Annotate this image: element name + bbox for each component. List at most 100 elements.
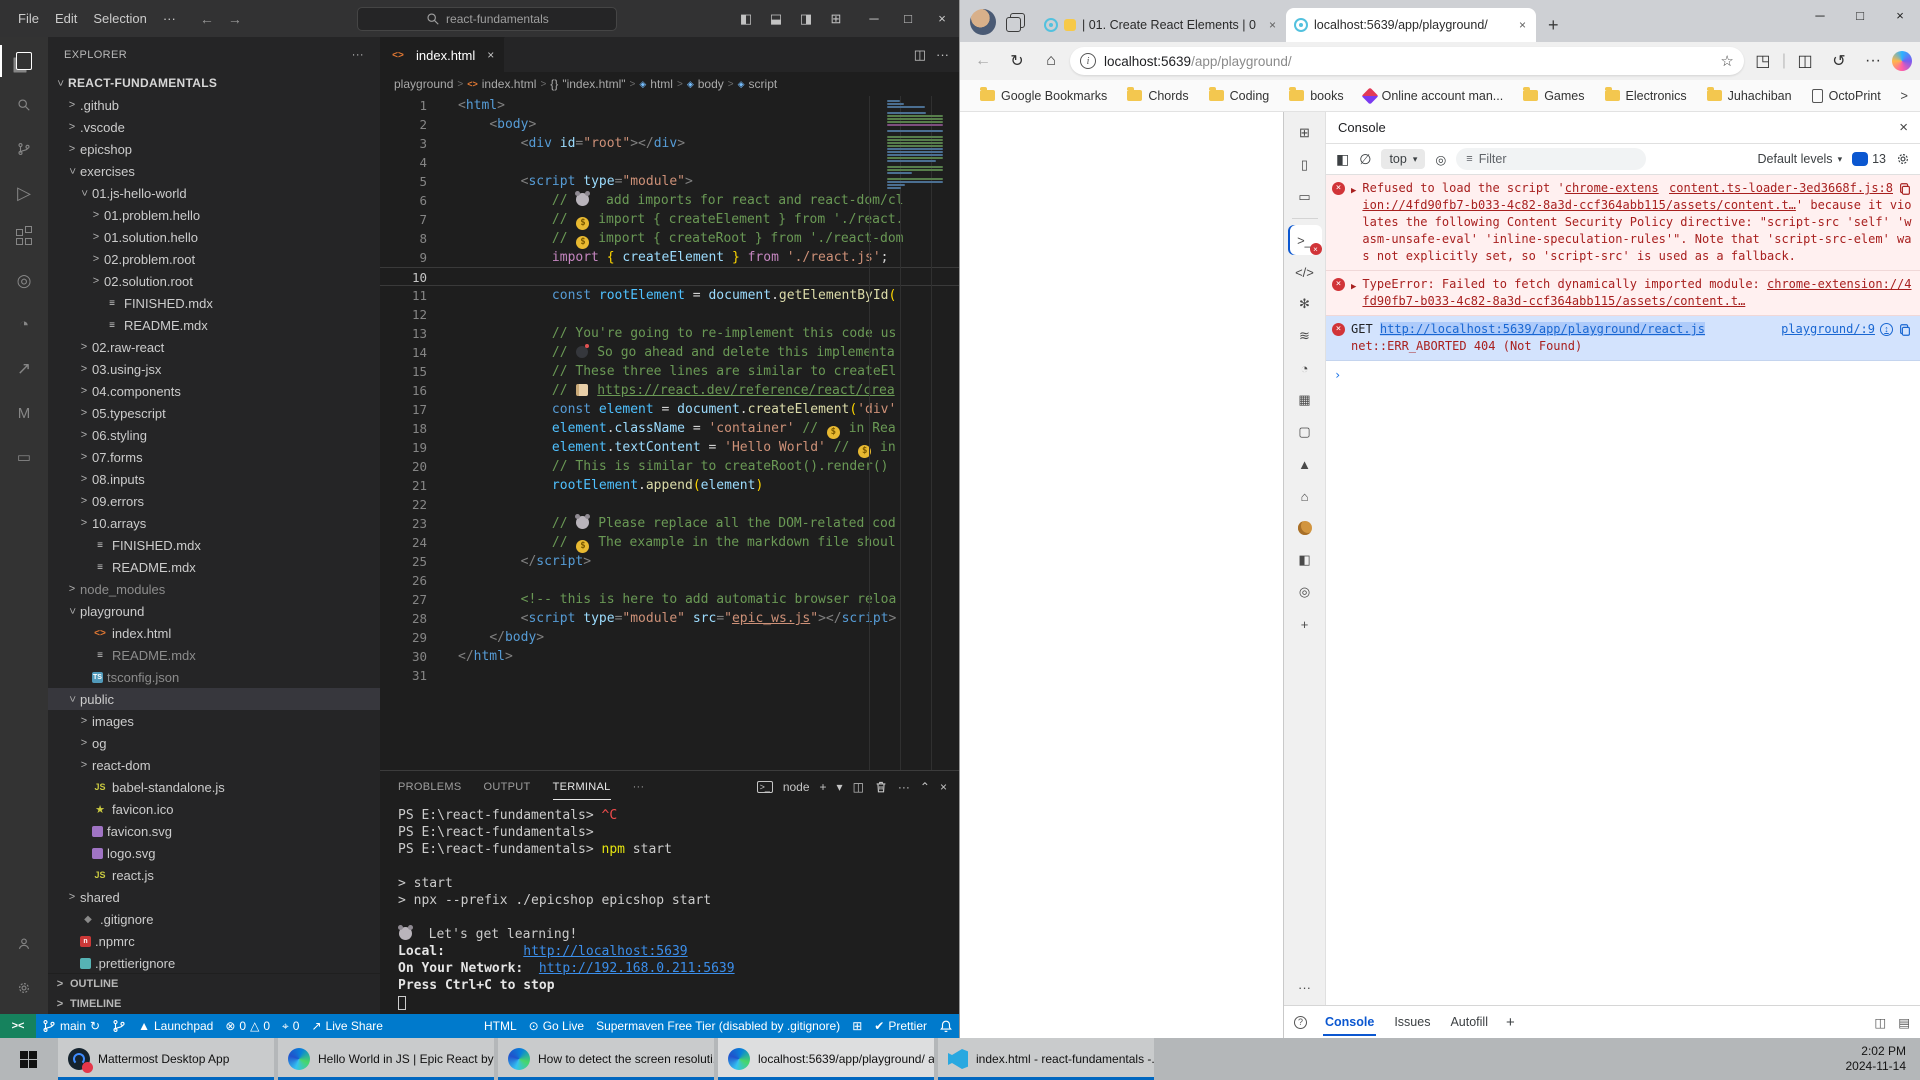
account-icon[interactable]	[0, 922, 48, 966]
tree-item-finished-mdx[interactable]: ≡FINISHED.mdx	[48, 534, 380, 556]
tree-item--prettierignore[interactable]: .prettierignore	[48, 952, 380, 973]
bookmarks-overflow-icon[interactable]: >	[1900, 88, 1908, 103]
inspect-icon[interactable]: ⊞	[1288, 118, 1322, 148]
terminal-shell-label[interactable]: node	[783, 780, 810, 794]
maximize-panel-icon[interactable]: ⌃	[920, 780, 930, 794]
console-prompt-icon[interactable]: ›	[1326, 361, 1920, 390]
network-icon[interactable]: ≋	[1288, 321, 1322, 351]
console-sidebar-icon[interactable]: ◧	[1336, 151, 1349, 168]
drawer-tab-issues[interactable]: Issues	[1392, 1008, 1432, 1036]
profile-avatar[interactable]	[970, 9, 996, 35]
live-preview-icon[interactable]: ◔	[0, 303, 48, 347]
lighthouse-icon[interactable]: ▲	[1288, 449, 1322, 479]
favorite-star-icon[interactable]: ☆	[1720, 52, 1733, 70]
tree-item-01-solution-hello[interactable]: >01.solution.hello	[48, 226, 380, 248]
debugger-icon[interactable]: ✻	[1288, 289, 1322, 319]
bookmark-games[interactable]: Games	[1515, 85, 1592, 107]
memory-icon[interactable]: ▦	[1288, 385, 1322, 415]
drawer-tab-autofill[interactable]: Autofill	[1448, 1008, 1490, 1036]
tree-item--github[interactable]: >.github	[48, 94, 380, 116]
code-editor[interactable]: 1<html>2 <body>3 <div id="root"></div>45…	[380, 96, 959, 770]
status-item-go[interactable]: ⊙Go Live	[523, 1014, 590, 1038]
more-tools-icon[interactable]: +	[1288, 609, 1322, 639]
close-icon[interactable]: ×	[1880, 0, 1920, 30]
drawer-layout-icon[interactable]: ◫	[1874, 1015, 1886, 1030]
detached-elements-icon[interactable]: ◎	[1288, 577, 1322, 607]
bookmark-chords[interactable]: Chords	[1119, 85, 1196, 107]
tab-close-icon[interactable]: ×	[487, 46, 494, 65]
terminal-dropdown-icon[interactable]: ▾	[837, 780, 843, 794]
remote-indicator[interactable]: ><	[0, 1014, 36, 1038]
status-item-main[interactable]: main↻	[36, 1014, 106, 1038]
tree-item-babel-standalone-js[interactable]: JSbabel-standalone.js	[48, 776, 380, 798]
copilot-icon[interactable]	[1892, 51, 1912, 71]
terminal[interactable]: PS E:\react-fundamentals> ^CPS E:\react-…	[380, 803, 959, 1014]
tree-item-og[interactable]: >og	[48, 732, 380, 754]
console-message-2[interactable]: ×▶TypeError: Failed to fetch dynamically…	[1326, 271, 1920, 316]
source-control-icon[interactable]	[0, 127, 48, 171]
initiator-icon[interactable]: ↕	[1880, 323, 1893, 336]
settings-more-icon[interactable]: ···	[1858, 46, 1888, 76]
editor-more-icon[interactable]: ···	[936, 47, 949, 62]
toggle-sidebar-icon[interactable]: ◧	[733, 11, 759, 27]
drawer-tab-console[interactable]: Console	[1323, 1008, 1376, 1036]
command-center-search[interactable]: react-fundamentals	[357, 7, 617, 31]
tree-item-index-html[interactable]: <>index.html	[48, 622, 380, 644]
breadcrumb-item[interactable]: ◈script	[738, 77, 778, 91]
tree-item-logo-svg[interactable]: logo.svg	[48, 842, 380, 864]
panel-more-actions-icon[interactable]: ···	[898, 780, 910, 794]
console-settings-icon[interactable]	[1896, 152, 1910, 166]
tree-item-07-forms[interactable]: >07.forms	[48, 446, 380, 468]
taskbar-button-1[interactable]: Mattermost Desktop App	[58, 1038, 274, 1080]
tree-item-02-raw-react[interactable]: >02.raw-react	[48, 336, 380, 358]
status-item-supermaven[interactable]: Supermaven Free Tier (disabled by .gitig…	[590, 1014, 846, 1038]
tree-item-09-errors[interactable]: >09.errors	[48, 490, 380, 512]
status-item[interactable]	[106, 1014, 132, 1038]
bookmark-books[interactable]: books	[1281, 85, 1351, 107]
sources-icon[interactable]: </>	[1288, 257, 1322, 287]
maximize-icon[interactable]: □	[1840, 0, 1880, 30]
tree-item-epicshop[interactable]: >epicshop	[48, 138, 380, 160]
tree-item-08-inputs[interactable]: >08.inputs	[48, 468, 380, 490]
tree-item--vscode[interactable]: >.vscode	[48, 116, 380, 138]
extension-icon[interactable]: ◧	[1288, 545, 1322, 575]
tab-actions-icon[interactable]	[1006, 13, 1026, 33]
tree-item-10-arrays[interactable]: >10.arrays	[48, 512, 380, 534]
tree-item--gitignore[interactable]: ◆.gitignore	[48, 908, 380, 930]
explorer-more-icon[interactable]: ···	[352, 49, 364, 61]
history-back-icon[interactable]: ←	[200, 11, 214, 27]
tree-item-04-components[interactable]: >04.components	[48, 380, 380, 402]
cookie-icon[interactable]	[1288, 513, 1322, 543]
status-item-prettier[interactable]: ✔Prettier	[868, 1014, 933, 1038]
source-link[interactable]: playground/:9↕	[1781, 321, 1912, 338]
tree-item-readme-mdx[interactable]: ≡README.mdx	[48, 644, 380, 666]
editor-tab-index-html[interactable]: <> index.html ×	[380, 37, 505, 72]
kill-terminal-icon[interactable]	[874, 780, 888, 794]
breadcrumb-item[interactable]: <>index.html	[467, 77, 536, 91]
welcome-icon[interactable]: ▭	[1288, 182, 1322, 212]
bookmark-google-bookmarks[interactable]: Google Bookmarks	[972, 85, 1115, 107]
tree-item-01-js-hello-world[interactable]: >01.js-hello-world	[48, 182, 380, 204]
source-link[interactable]: content.ts-loader-3ed3668f.js:8	[1669, 180, 1912, 197]
tree-item-tsconfig-json[interactable]: TStsconfig.json	[48, 666, 380, 688]
close-panel-icon[interactable]: ×	[940, 780, 947, 794]
log-levels-dropdown[interactable]: Default levels▾	[1758, 152, 1843, 166]
bookmark-coding[interactable]: Coding	[1201, 85, 1278, 107]
split-editor-icon[interactable]: ◫	[914, 47, 926, 63]
breadcrumb-item[interactable]: ◈html	[639, 77, 673, 91]
menu-edit[interactable]: Edit	[47, 7, 85, 30]
tree-root[interactable]: >REACT-FUNDAMENTALS	[48, 72, 380, 94]
panel-tab-output[interactable]: OUTPUT	[484, 775, 531, 800]
bookmark-electronics[interactable]: Electronics	[1597, 85, 1695, 107]
panel-more-icon[interactable]: ···	[633, 775, 645, 799]
taskbar-clock[interactable]: 2:02 PM 2024-11-14	[1832, 1038, 1920, 1080]
status-item-launchpad[interactable]: ▲Launchpad	[132, 1014, 219, 1038]
tree-item-01-problem-hello[interactable]: >01.problem.hello	[48, 204, 380, 226]
status-item[interactable]	[933, 1014, 959, 1038]
tree-item-shared[interactable]: >shared	[48, 886, 380, 908]
tree-item-react-dom[interactable]: >react-dom	[48, 754, 380, 776]
browser-tab-1[interactable]: | 01. Create React Elements | 0×	[1036, 8, 1286, 42]
refresh-icon[interactable]: ↻	[1002, 46, 1032, 76]
history-forward-icon[interactable]: →	[228, 11, 242, 27]
breadcrumb-item[interactable]: playground	[394, 77, 453, 91]
